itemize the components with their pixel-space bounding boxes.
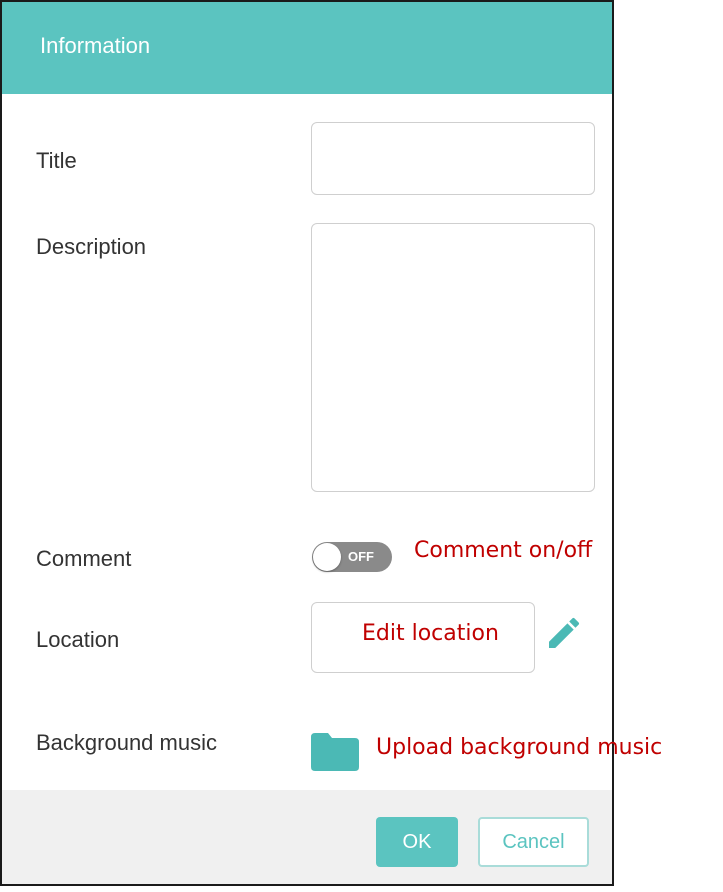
location-label: Location (36, 627, 120, 652)
comment-label: Comment (36, 546, 132, 571)
toggle-state-text: OFF (348, 549, 374, 564)
description-textarea[interactable] (311, 223, 595, 492)
title-input[interactable] (311, 122, 595, 195)
description-label: Description (36, 234, 147, 259)
comment-annotation: Comment on/off (414, 538, 593, 563)
pencil-icon[interactable] (544, 613, 584, 653)
toggle-knob (313, 543, 341, 571)
folder-icon[interactable] (311, 733, 359, 771)
dialog-title: Information (40, 33, 151, 58)
music-annotation: Upload background music (376, 735, 663, 760)
ok-button[interactable]: OK (376, 817, 458, 867)
location-annotation: Edit location (362, 621, 499, 646)
comment-toggle[interactable]: OFF (312, 542, 392, 572)
cancel-button[interactable]: Cancel (478, 817, 589, 867)
background-music-label: Background music (36, 730, 217, 755)
dialog-header: Information (2, 2, 612, 94)
title-label: Title (36, 148, 77, 173)
